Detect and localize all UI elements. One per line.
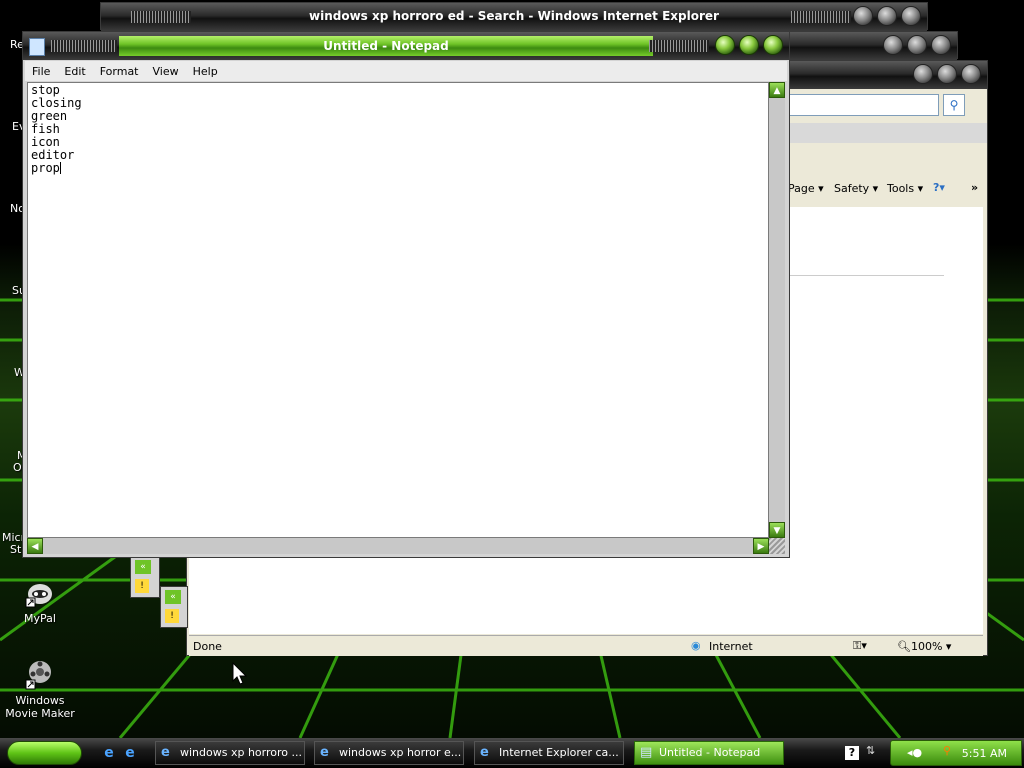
menu-edit[interactable]: Edit: [57, 65, 92, 78]
page-menu[interactable]: Page ▾: [788, 182, 824, 195]
ie-quicklaunch-icon[interactable]: e: [101, 745, 117, 761]
maximize-button[interactable]: [877, 6, 897, 26]
taskbar-button-label: Internet Explorer ca...: [499, 746, 619, 759]
zone-label: Internet: [709, 640, 753, 653]
status-bar: Done ◉ Internet ⚿▾ 🔍︎100% ▾: [189, 635, 983, 656]
text-editor[interactable]: stop closing green fish icon editor prop: [27, 82, 769, 538]
titlebar-grip: [51, 40, 117, 52]
menu-help[interactable]: Help: [186, 65, 225, 78]
horizontal-scrollbar[interactable]: ◀ ▶: [27, 538, 769, 554]
window-fragment[interactable]: « !: [160, 586, 188, 628]
tools-menu[interactable]: Tools ▾: [887, 182, 923, 195]
zoom-level: 100%: [910, 640, 943, 653]
start-button[interactable]: [7, 741, 82, 765]
maximize-button[interactable]: [739, 35, 759, 55]
text-caret: [59, 162, 61, 174]
zoom-control[interactable]: 🔍︎100% ▾: [897, 640, 951, 653]
taskbar: e e e windows xp horroro ... e windows xp …: [0, 738, 1024, 768]
taskbar-button[interactable]: e Internet Explorer ca...: [474, 741, 624, 765]
menu-bar: File Edit Format View Help: [25, 61, 787, 81]
editor-line: green: [31, 109, 68, 123]
window-fragment[interactable]: « !: [130, 556, 160, 598]
warning-icon: !: [165, 609, 179, 623]
scroll-left-button[interactable]: «: [165, 590, 181, 604]
desktop-icon-movie-maker[interactable]: Windows Movie Maker: [0, 658, 80, 720]
notepad-icon: [29, 38, 45, 56]
scroll-left-button[interactable]: «: [135, 560, 151, 574]
titlebar-grip: [791, 11, 851, 23]
titlebar-grip: [649, 40, 709, 52]
scroll-up-button[interactable]: ▲: [769, 82, 785, 98]
toolbar-overflow-button[interactable]: »: [971, 181, 978, 194]
network-icon[interactable]: ◂●: [907, 746, 922, 759]
mypal-icon: [24, 576, 56, 608]
scroll-down-button[interactable]: ▼: [769, 522, 785, 538]
editor-line: fish: [31, 122, 60, 136]
titlebar[interactable]: windows xp horroro ed - Search - Windows…: [101, 3, 927, 31]
safety-menu[interactable]: Safety ▾: [834, 182, 878, 195]
maximize-button[interactable]: [937, 64, 957, 84]
menu-format[interactable]: Format: [93, 65, 146, 78]
close-button[interactable]: [961, 64, 981, 84]
search-icon[interactable]: ⚲: [943, 744, 951, 757]
desktop-icon-label: MyPal: [24, 612, 56, 625]
help-icon[interactable]: ?: [845, 746, 859, 760]
window-ie-stack-1[interactable]: windows xp horroro ed - Search - Windows…: [100, 2, 928, 31]
search-input[interactable]: [787, 94, 939, 116]
taskbar-button-label: windows xp horroro ...: [180, 746, 302, 759]
editor-line: closing: [31, 96, 82, 110]
maximize-button[interactable]: [907, 35, 927, 55]
editor-line: prop: [31, 161, 60, 175]
movie-maker-icon: [24, 658, 56, 690]
ie-quicklaunch-icon[interactable]: e: [122, 745, 138, 761]
window-notepad[interactable]: Untitled - Notepad File Edit Format View…: [22, 31, 790, 558]
scroll-left-button[interactable]: ◀: [27, 538, 43, 554]
status-text: Done: [193, 640, 222, 653]
desktop-icon-label-partial: O: [13, 461, 22, 474]
desktop-icon-label: Windows Movie Maker: [5, 694, 75, 720]
mouse-cursor-icon: [232, 662, 248, 685]
system-tray: ◂● ⚲ 5:51 AM: [890, 740, 1022, 766]
protected-mode-icon[interactable]: ⚿▾: [853, 639, 867, 653]
ie-icon: e: [161, 745, 170, 760]
minimize-button[interactable]: [883, 35, 903, 55]
titlebar-active-strip: Untitled - Notepad: [119, 36, 653, 56]
search-icon[interactable]: ⚲: [943, 94, 965, 116]
globe-icon: ◉: [691, 639, 701, 652]
editor-line: stop: [31, 83, 60, 97]
content-divider: [789, 275, 944, 276]
window-title: Untitled - Notepad: [323, 39, 449, 53]
desktop-icon-label-partial: St: [10, 543, 22, 556]
scroll-right-button[interactable]: ▶: [753, 538, 769, 554]
taskbar-button[interactable]: e windows xp horror e...: [314, 741, 464, 765]
clock[interactable]: 5:51 AM: [962, 747, 1007, 760]
vertical-scrollbar[interactable]: ▲ ▼: [769, 82, 785, 538]
desktop-icon-mypal[interactable]: MyPal: [0, 576, 80, 625]
notepad-icon: ▤: [640, 745, 653, 760]
minimize-button[interactable]: [853, 6, 873, 26]
ie-icon: e: [320, 745, 329, 760]
taskbar-button[interactable]: e windows xp horroro ...: [155, 741, 305, 765]
tools-menu-label: Tools: [887, 182, 915, 195]
editor-line: icon: [31, 135, 60, 149]
minimize-button[interactable]: [913, 64, 933, 84]
page-menu-label: Page: [788, 182, 815, 195]
taskbar-button-active[interactable]: ▤ Untitled - Notepad: [634, 741, 784, 765]
close-button[interactable]: [931, 35, 951, 55]
safety-menu-label: Safety: [834, 182, 870, 195]
warning-icon: !: [135, 579, 149, 593]
menu-view[interactable]: View: [146, 65, 186, 78]
menu-file[interactable]: File: [25, 65, 57, 78]
titlebar[interactable]: Untitled - Notepad: [23, 32, 789, 60]
minimize-button[interactable]: [715, 35, 735, 55]
help-icon[interactable]: ?▾: [933, 181, 945, 194]
taskbar-button-label: windows xp horror e...: [339, 746, 462, 759]
tray-arrow-icon[interactable]: ⇅: [866, 744, 875, 757]
resize-grip[interactable]: [769, 538, 785, 554]
editor-line: editor: [31, 148, 75, 162]
close-button[interactable]: [763, 35, 783, 55]
ie-icon: e: [480, 745, 489, 760]
taskbar-button-label: Untitled - Notepad: [659, 746, 761, 759]
close-button[interactable]: [901, 6, 921, 26]
